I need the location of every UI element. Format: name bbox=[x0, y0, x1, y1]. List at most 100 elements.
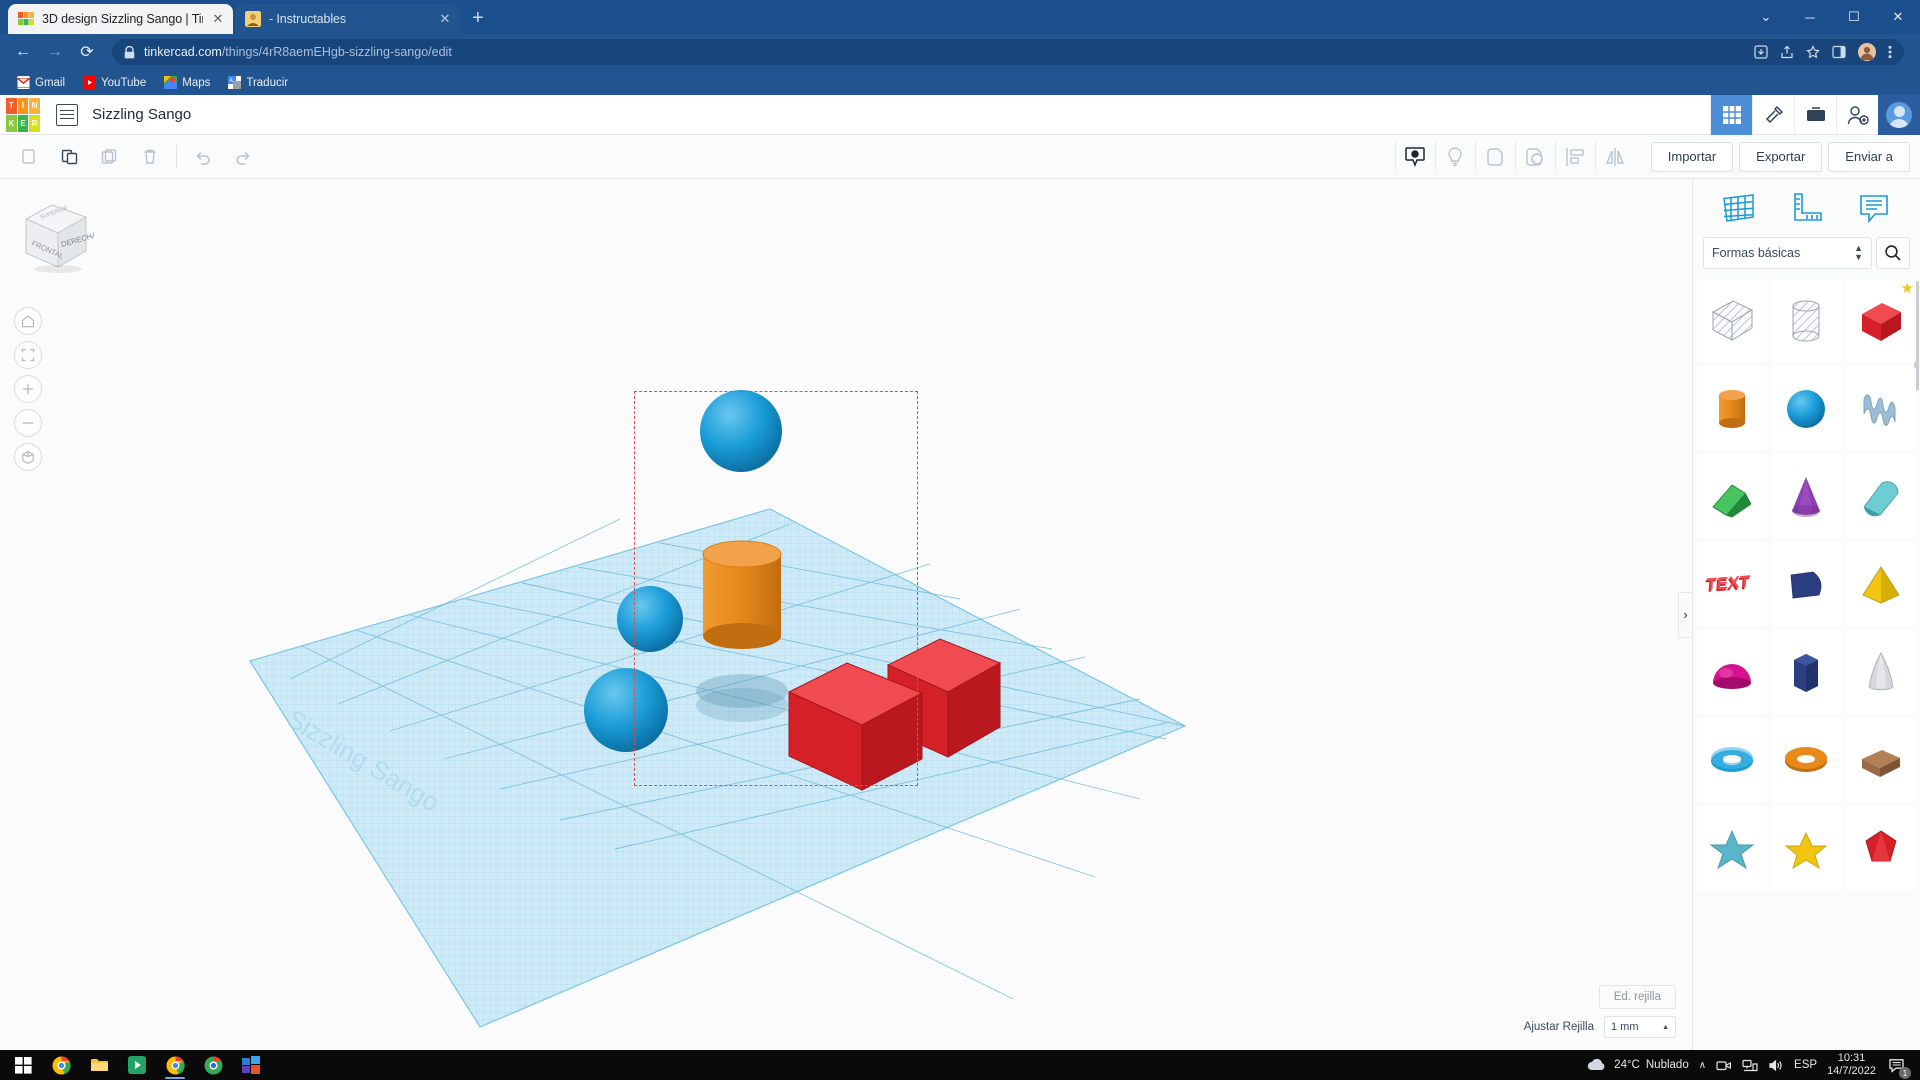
chrome-beta-icon[interactable] bbox=[194, 1050, 232, 1080]
panel-collapse-toggle[interactable]: › bbox=[1678, 591, 1692, 638]
project-list-icon[interactable] bbox=[56, 103, 78, 126]
windows-start-icon[interactable] bbox=[4, 1050, 42, 1080]
tab-close-icon[interactable]: ✕ bbox=[211, 11, 225, 27]
import-button[interactable]: Importar bbox=[1650, 141, 1734, 172]
delete-icon[interactable] bbox=[130, 141, 170, 173]
notification-icon[interactable]: 1 bbox=[1886, 1054, 1911, 1079]
chrome-icon[interactable] bbox=[42, 1050, 80, 1080]
shape-scribble[interactable] bbox=[1845, 367, 1916, 451]
codeblocks-hammer-icon[interactable] bbox=[1752, 94, 1794, 135]
close-window-button[interactable]: ✕ bbox=[1876, 0, 1920, 34]
bookmark-youtube[interactable]: YouTube bbox=[76, 74, 153, 91]
notes-icon[interactable] bbox=[1852, 188, 1896, 228]
undo-icon[interactable] bbox=[183, 141, 223, 173]
volume-icon[interactable] bbox=[1768, 1059, 1784, 1072]
shapes-workplane-icon[interactable] bbox=[1717, 188, 1761, 228]
shape-torus-blue[interactable] bbox=[1697, 719, 1768, 803]
camera-icon[interactable] bbox=[1716, 1059, 1732, 1072]
shape-roof-green[interactable] bbox=[1697, 455, 1768, 539]
network-icon[interactable] bbox=[1742, 1059, 1758, 1072]
export-button[interactable]: Exportar bbox=[1739, 141, 1823, 172]
send-to-button[interactable]: Enviar a bbox=[1828, 141, 1910, 172]
shape-cylinder-orange[interactable] bbox=[1697, 367, 1768, 451]
bookmark-traducir[interactable]: A Traducir bbox=[221, 74, 295, 91]
grid-edit-button[interactable]: Ed. rejilla bbox=[1598, 985, 1676, 1009]
selection-bounding-box[interactable] bbox=[634, 391, 918, 786]
dashboard-grid-icon[interactable] bbox=[1710, 94, 1752, 135]
new-tab-button[interactable]: + bbox=[462, 8, 494, 34]
shape-star-teal[interactable] bbox=[1697, 807, 1768, 891]
shape-pyramid-yellow[interactable] bbox=[1845, 543, 1916, 627]
snap-grid-select[interactable]: 1 mm ▲ bbox=[1604, 1016, 1676, 1038]
shape-box-brown[interactable] bbox=[1845, 719, 1916, 803]
duplicate-icon[interactable] bbox=[90, 141, 130, 173]
shape-category-select[interactable]: Formas básicas ▲ ▼ bbox=[1703, 237, 1872, 269]
tab-search-chevron-icon[interactable]: ⌄ bbox=[1744, 0, 1788, 34]
gallery-briefcase-icon[interactable] bbox=[1794, 94, 1836, 135]
chevron-updown-icon: ▲ ▼ bbox=[1854, 243, 1863, 262]
snap-grid-value: 1 mm bbox=[1611, 1021, 1639, 1033]
share-icon[interactable] bbox=[1780, 45, 1794, 59]
forward-button[interactable]: → bbox=[40, 37, 70, 67]
reload-button[interactable]: ⟳ bbox=[72, 37, 102, 67]
mirror-icon[interactable] bbox=[1594, 140, 1635, 173]
shape-cone-purple[interactable] bbox=[1771, 455, 1842, 539]
align-icon[interactable] bbox=[1554, 140, 1595, 173]
maximize-button[interactable]: ☐ bbox=[1832, 0, 1876, 34]
shape-torus-orange[interactable] bbox=[1771, 719, 1842, 803]
snap-grid-label: Ajustar Rejilla bbox=[1523, 1021, 1594, 1033]
file-explorer-icon[interactable] bbox=[80, 1050, 118, 1080]
ungroup-icon[interactable] bbox=[1514, 140, 1555, 173]
shape-star-yellow[interactable] bbox=[1771, 807, 1842, 891]
page-title[interactable]: Sizzling Sango bbox=[92, 106, 191, 123]
address-bar[interactable]: tinkercad.com/things/4rR8aemEHgb-sizzlin… bbox=[112, 39, 1904, 65]
shape-paraboloid-navy[interactable] bbox=[1771, 543, 1842, 627]
shape-halfsphere-magenta[interactable] bbox=[1697, 631, 1768, 715]
shape-cylinder-hole[interactable] bbox=[1771, 279, 1842, 363]
shape-gem-red[interactable] bbox=[1845, 807, 1916, 891]
shape-halfcylinder-teal[interactable] bbox=[1845, 455, 1916, 539]
invite-user-icon[interactable] bbox=[1836, 94, 1878, 135]
redo-icon[interactable] bbox=[223, 141, 263, 173]
tab-close-icon[interactable]: ✕ bbox=[438, 11, 452, 27]
minimize-button[interactable]: ─ bbox=[1788, 0, 1832, 34]
bookmark-maps[interactable]: Maps bbox=[157, 74, 217, 91]
ruler-icon[interactable] bbox=[1784, 188, 1828, 228]
shape-box-hole[interactable] bbox=[1697, 279, 1768, 363]
shape-text-red[interactable]: TEXT TEXT bbox=[1697, 543, 1768, 627]
browser-tab-instructables[interactable]: - Instructables ✕ bbox=[235, 4, 460, 34]
tray-expand-chevron-icon[interactable]: ∧ bbox=[1699, 1060, 1706, 1071]
navigation-bar: ← → ⟳ tinkercad.com/things/4rR8aemEHgb-s… bbox=[0, 34, 1920, 70]
media-player-icon[interactable] bbox=[118, 1050, 156, 1080]
paste-icon[interactable] bbox=[50, 141, 90, 173]
shape-sphere-blue[interactable] bbox=[1771, 367, 1842, 451]
notes-bulb-icon[interactable] bbox=[1434, 140, 1475, 173]
shape-grid[interactable]: ★ TEXT TEXT bbox=[1693, 279, 1920, 1050]
copy-icon[interactable] bbox=[10, 141, 50, 173]
shape-box-red[interactable]: ★ bbox=[1845, 279, 1916, 363]
shape-polygon-navy[interactable] bbox=[1771, 631, 1842, 715]
chrome-running-icon[interactable] bbox=[156, 1050, 194, 1080]
workplane-icon[interactable] bbox=[1394, 140, 1435, 173]
shape-roundcone-gray[interactable] bbox=[1845, 631, 1916, 715]
tinkercad-app: T I N K E R Sizzling Sango Importar Expo… bbox=[0, 94, 1920, 1050]
weather-widget[interactable]: 24°C Nublado bbox=[1586, 1058, 1689, 1072]
browser-tab-tinkercad[interactable]: 3D design Sizzling Sango | Tinkerc ✕ bbox=[8, 4, 233, 34]
panel-search-row: Formas básicas ▲ ▼ bbox=[1693, 237, 1920, 279]
language-indicator[interactable]: ESP bbox=[1794, 1059, 1817, 1071]
tinkercad-logo-icon[interactable]: T I N K E R bbox=[6, 97, 40, 132]
avatar[interactable] bbox=[1878, 94, 1920, 135]
office-icon[interactable] bbox=[232, 1050, 270, 1080]
star-icon[interactable] bbox=[1806, 45, 1820, 59]
group-icon[interactable] bbox=[1474, 140, 1515, 173]
profile-icon[interactable] bbox=[1858, 43, 1876, 61]
search-icon[interactable] bbox=[1876, 237, 1910, 269]
kebab-menu-icon[interactable] bbox=[1888, 45, 1892, 59]
favorite-star-icon[interactable]: ★ bbox=[1901, 279, 1914, 297]
bookmark-gmail[interactable]: Gmail bbox=[10, 74, 72, 91]
install-icon[interactable] bbox=[1754, 45, 1768, 59]
side-panel-icon[interactable] bbox=[1832, 45, 1846, 59]
back-button[interactable]: ← bbox=[8, 37, 38, 67]
3d-viewport[interactable]: FRONTAL DERECHA SUPERIOR Sizzling Sango … bbox=[0, 179, 1692, 1050]
taskbar-clock[interactable]: 10:31 14/7/2022 bbox=[1827, 1052, 1876, 1077]
